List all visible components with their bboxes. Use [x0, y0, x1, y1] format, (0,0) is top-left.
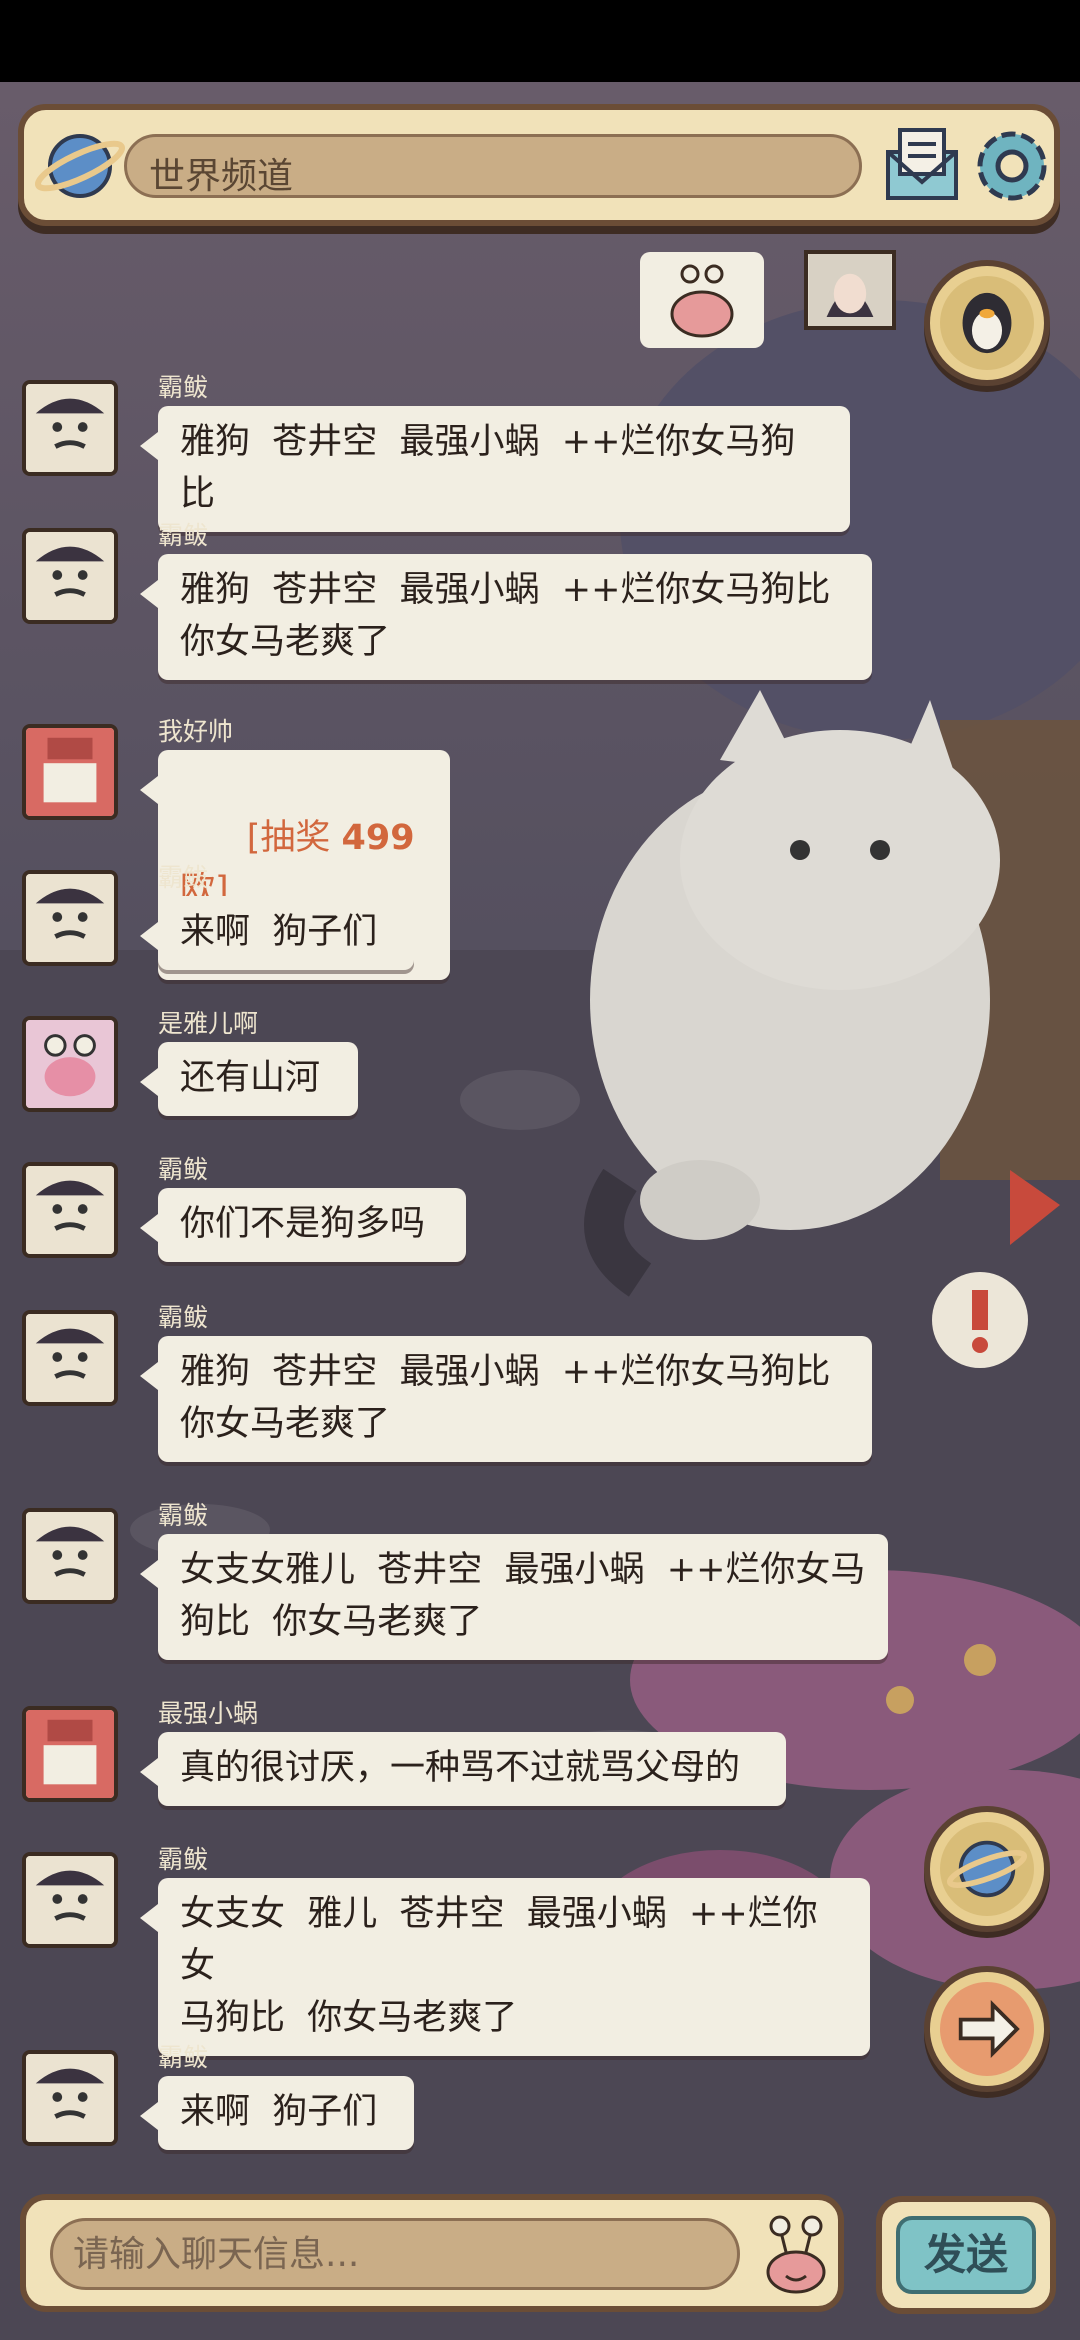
snail-sticker-icon: [670, 264, 734, 338]
lottery-amount: 499: [341, 818, 415, 858]
lottery-prefix: [抽奖: [246, 818, 342, 858]
planet-icon: [946, 1840, 1028, 1898]
message-bubble: 真的很讨厌，一种骂不过就骂父母的: [140, 1732, 786, 1806]
avatar[interactable]: [22, 380, 118, 476]
message-bubble: 雅狗 苍井空 最强小蜗 ++烂你女马狗比: [140, 406, 850, 532]
avatar[interactable]: [22, 1508, 118, 1604]
send-button[interactable]: 发送: [876, 2196, 1056, 2314]
avatar[interactable]: [22, 1852, 118, 1948]
message-bubble: 雅狗 苍井空 最强小蜗 ++烂你女马狗比 你女马老爽了: [140, 1336, 872, 1462]
avatar[interactable]: [22, 870, 118, 966]
qq-button[interactable]: [924, 260, 1050, 386]
username: 霸鲅: [158, 2043, 209, 2072]
username: 霸鲅: [158, 1155, 209, 1184]
username: 霸鲅: [158, 1845, 209, 1874]
send-button-label: 发送: [896, 2216, 1036, 2294]
channel-title-box: 世界频道: [124, 134, 862, 198]
mail-icon[interactable]: [880, 124, 964, 206]
message-bubble: 女支女雅儿 苍井空 最强小蜗 ++烂你女马 狗比 你女马老爽了: [140, 1534, 888, 1660]
message-bubble: 还有山河: [140, 1042, 358, 1116]
message-bubble: 女支女 雅儿 苍井空 最强小蜗 ++烂你女 马狗比 你女马老爽了: [140, 1878, 870, 2056]
status-bar: [0, 0, 1080, 82]
avatar[interactable]: [22, 724, 118, 820]
message-bubble: 来啊 狗子们: [140, 2076, 414, 2150]
username: 霸鲅: [158, 1303, 209, 1332]
self-avatar[interactable]: [804, 250, 896, 330]
emoji-snail-icon[interactable]: [756, 2210, 836, 2298]
username: 霸鲅: [158, 863, 209, 892]
channel-title: 世界频道: [149, 156, 294, 197]
channel-header: 世界频道: [18, 104, 1060, 226]
message-bubble: 你们不是狗多吗: [140, 1188, 466, 1262]
avatar[interactable]: [22, 1706, 118, 1802]
username: 是雅儿啊: [158, 1009, 259, 1038]
username: 最强小蜗: [158, 1699, 259, 1728]
self-sticker-bubble: [640, 252, 764, 348]
avatar[interactable]: [22, 2050, 118, 2146]
world-channel-button[interactable]: [924, 1806, 1050, 1932]
avatar[interactable]: [22, 1016, 118, 1112]
arrow-right-icon: [958, 2000, 1020, 2058]
gear-icon[interactable]: [968, 122, 1056, 210]
message-bubble: 雅狗 苍井空 最强小蜗 ++烂你女马狗比 你女马老爽了: [140, 554, 872, 680]
message-bubble: 来啊 狗子们: [140, 896, 414, 970]
avatar[interactable]: [22, 1310, 118, 1406]
avatar[interactable]: [22, 528, 118, 624]
chat-input-bar: [20, 2194, 844, 2312]
username: 霸鲅: [158, 521, 209, 550]
exit-arrow-button[interactable]: [924, 1966, 1050, 2092]
planet-icon[interactable]: [34, 122, 130, 206]
username: 霸鲅: [158, 1501, 209, 1530]
username: 我好帅: [158, 717, 234, 746]
avatar[interactable]: [22, 1162, 118, 1258]
penguin-icon: [962, 292, 1012, 354]
chat-input[interactable]: [50, 2218, 740, 2290]
username: 霸鲅: [158, 373, 209, 402]
